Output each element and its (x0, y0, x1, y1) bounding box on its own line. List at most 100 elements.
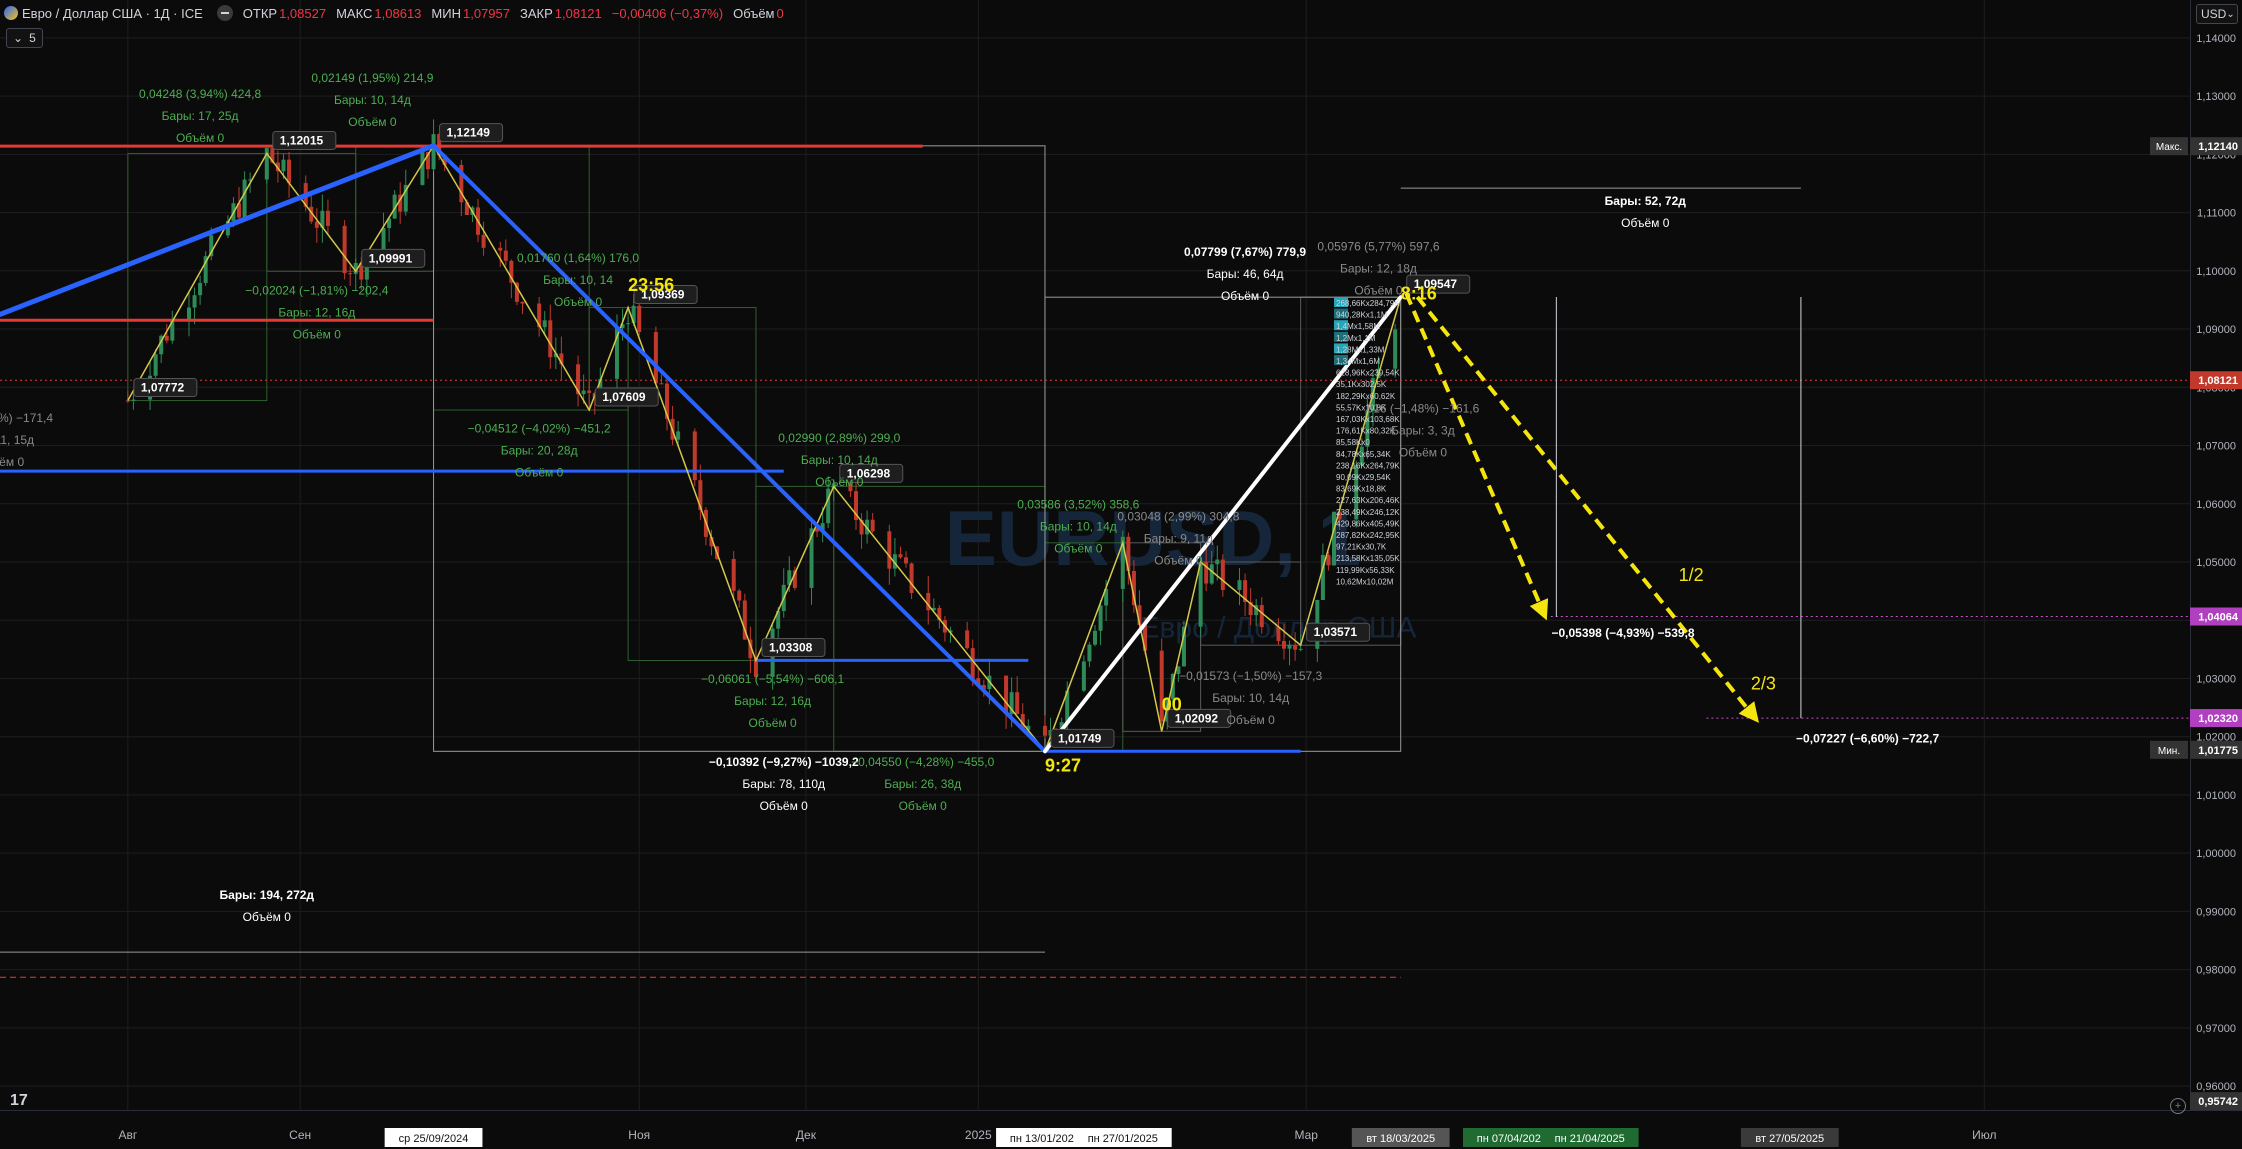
tradingview-logo[interactable]: 17 (10, 1092, 28, 1110)
measure-label: Объём 0 (515, 466, 564, 480)
order-book-row: 84,78Kx65,34K (1336, 450, 1391, 459)
order-book-row: 176,61Kx80,32K (1336, 427, 1396, 436)
symbol-title[interactable]: Евро / Доллар США · 1Д · ICE (22, 6, 203, 21)
measure-label: Объём 0 (348, 115, 397, 129)
order-book-row: 213,58Kx135,05K (1336, 554, 1400, 563)
candle-body (692, 431, 697, 481)
measure-label: Объём 0 (899, 799, 948, 813)
measure-label: Объём 0 (1054, 541, 1103, 555)
pivot-label: 1,12015 (280, 133, 324, 147)
pivot-label: 1,09991 (369, 251, 413, 265)
order-book-row: 90,09Kx29,54K (1336, 473, 1391, 482)
measure-label: Бары: 17, 25д (162, 109, 239, 123)
low-label: МИН (431, 5, 461, 21)
candle-body (1237, 580, 1242, 590)
pivot-label: 1,07772 (141, 381, 185, 395)
measure-label: Объём 0 (1227, 713, 1276, 727)
measure-label: 0,03048 (2,99%) 304,8 (1117, 510, 1239, 524)
measure-label: Бары: 10, 14д (1040, 519, 1117, 533)
measure-label: Объём 0 (815, 475, 864, 489)
high-label: МАКС (336, 5, 373, 21)
candle-body (1081, 661, 1086, 691)
candle-body (1209, 564, 1214, 584)
candle-body (898, 554, 903, 558)
currency-selector[interactable]: USD ⌄ (2196, 4, 2238, 24)
measure-label: Бары: 10, 14д (801, 453, 878, 467)
currency-label: USD (2201, 7, 2227, 21)
order-book-row: 1,34Mx1,6M (1336, 357, 1380, 366)
fraction-label: 2/3 (1751, 674, 1776, 694)
candle-body (548, 320, 553, 358)
candle-body (587, 390, 592, 393)
measure-label: Бары: 194, 272д (220, 888, 315, 902)
price-chart[interactable]: EURUSD, 1Евро / Доллар США268,66Kx284,79… (0, 0, 2190, 1110)
fraction-label: 1/2 (1679, 565, 1704, 585)
measure-label: 14 (−1,57%) −171,4 (0, 411, 53, 425)
settings-icon[interactable]: + (2170, 1098, 2186, 1114)
instrument-icon[interactable] (4, 6, 18, 20)
chevron-down-icon: ⌄ (13, 31, 24, 45)
pivot-label: 1,12149 (447, 126, 491, 140)
measure-label: 0,02990 (2,89%) 299,0 (778, 431, 900, 445)
candle-body (1220, 559, 1225, 590)
measure-label: Бары: 10, 14 (543, 273, 613, 287)
candle-body (198, 282, 203, 296)
candle-body (626, 323, 631, 325)
measure-label: −0,01573 (−1,50%) −157,3 (1179, 669, 1322, 683)
measure-label: Бары: 26, 38д (884, 777, 961, 791)
indicators-toggle[interactable]: ⌄ 5 (6, 28, 43, 48)
pivot-label: 1,01749 (1058, 731, 1102, 745)
candle-body (503, 250, 508, 261)
candle-body (242, 179, 247, 218)
volume-label: Объём (733, 5, 775, 21)
open-value: 1,08527 (279, 5, 327, 21)
candle-body (1276, 627, 1281, 642)
candle-body (1215, 559, 1220, 565)
order-book-row: 238,16Kx264,79K (1336, 461, 1400, 470)
order-book-row: 287,82Kx242,95K (1336, 531, 1400, 540)
measure-label: Бары: 78, 110д (742, 777, 825, 791)
candle-body (281, 159, 286, 172)
measure-label: 0,04248 (3,94%) 424,8 (139, 87, 261, 101)
candle-body (1015, 692, 1020, 715)
time-label: 8:16 (1401, 283, 1437, 303)
time-axis[interactable] (0, 1110, 2242, 1149)
measure-label: −0,10392 (−9,27%) −1039,2 (709, 755, 859, 769)
measure-label: Бары: 12, 18д (1340, 261, 1417, 275)
measure-label: Бары: 12, 16д (278, 306, 355, 320)
measure-label: Объём 0 (1621, 216, 1670, 230)
order-book-row: 429,86Kx405,49K (1336, 519, 1400, 528)
candle-body (653, 332, 658, 384)
measure-label: Объём 0 (243, 910, 292, 924)
collapse-icon[interactable] (216, 5, 233, 21)
measure-label: 0,05976 (5,77%) 597,6 (1317, 239, 1439, 253)
measure-label: Объём 0 (0, 455, 24, 469)
candle-body (1093, 630, 1097, 645)
measure-label: −0,02024 (−1,81%) −202,4 (245, 284, 388, 298)
measure-label: Объём 0 (293, 328, 342, 342)
candle-body (870, 519, 875, 532)
measure-label: Объём 0 (1354, 283, 1403, 297)
change-value: −0,00406 (−0,37%) (611, 5, 724, 21)
measure-label: −0,07227 (−6,60%) −722,7 (1796, 732, 1939, 746)
order-book-row: 238,49Kx246,12K (1336, 508, 1400, 517)
measure-label: Бары: 3, 3д (1391, 423, 1455, 437)
candle-body (153, 354, 158, 376)
order-book-row: 268,66Kx284,79K (1336, 299, 1400, 308)
candle-body (1393, 329, 1398, 369)
candle-body (1281, 641, 1286, 649)
measure-label: −0,06061 (−5,54%) −606,1 (701, 672, 844, 686)
measure-label: 616 (−1,48%) −161,6 (1367, 401, 1480, 415)
order-book-row: 1,2Mx1,1M (1336, 334, 1376, 343)
measure-label: −0,05398 (−4,93%) −539,8 (1551, 626, 1694, 640)
price-axis[interactable] (2190, 0, 2242, 1110)
order-book-row: 1,28Mx1,33M (1336, 345, 1385, 354)
candle-body (1087, 644, 1092, 662)
measure-label: Объём 0 (1154, 554, 1203, 568)
candle-body (1293, 644, 1298, 650)
measure-label: ары: 11, 15д (0, 433, 34, 447)
measure-label: Объём 0 (554, 295, 603, 309)
order-book-row: 940,28Kx1,1M (1336, 311, 1388, 320)
candle-body (348, 273, 353, 275)
pivot-label: 1,03308 (769, 641, 813, 655)
